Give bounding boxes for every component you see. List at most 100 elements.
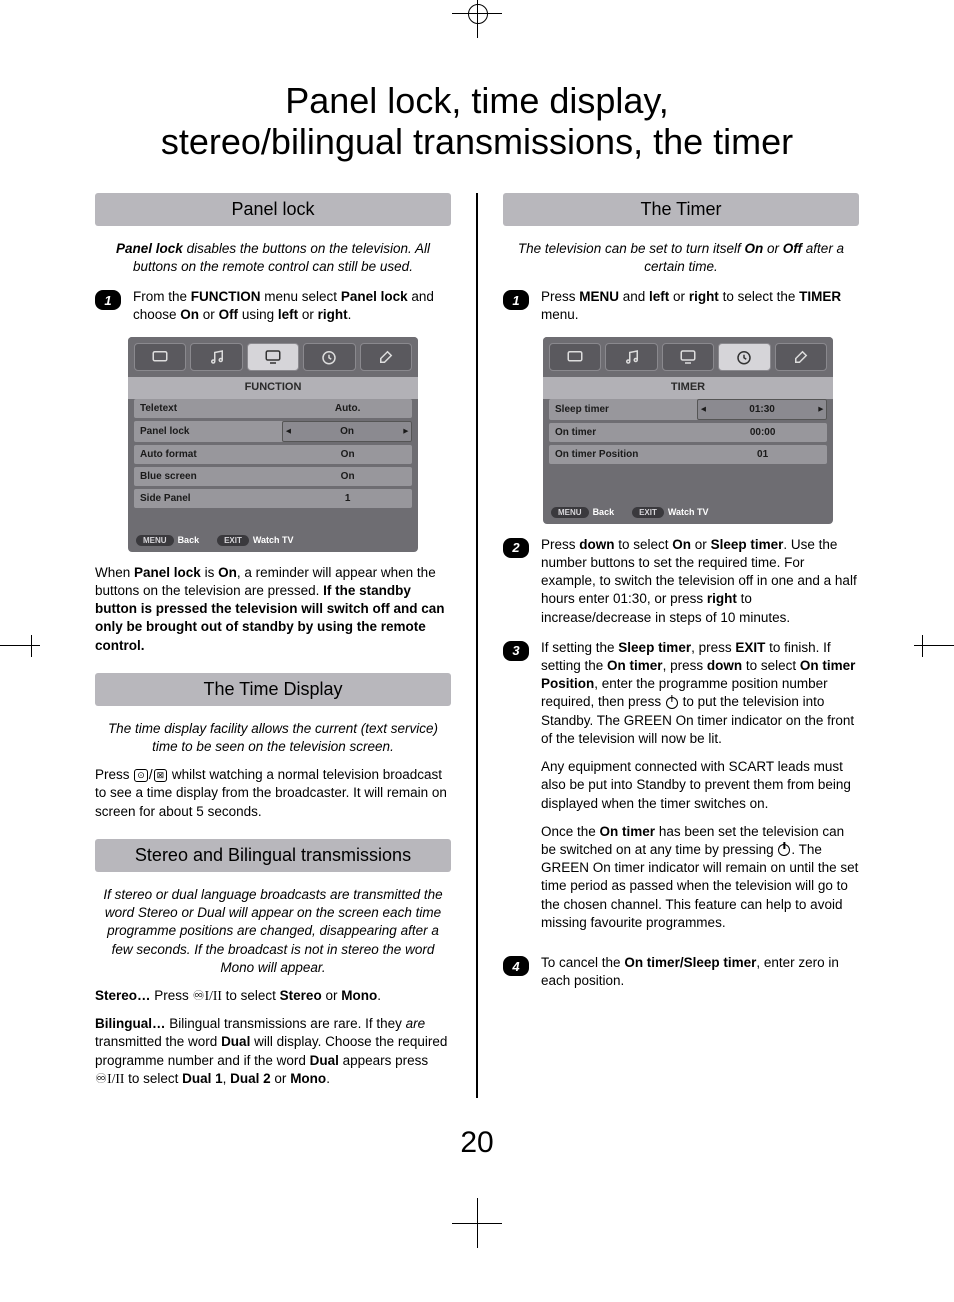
osd-footer: MENU Back EXIT Watch TV	[543, 501, 833, 524]
stereo-line: Stereo… Press ♾I/II to select Stereo or …	[95, 987, 451, 1005]
step-body: From the FUNCTION menu select Panel lock…	[133, 288, 451, 324]
step-badge: 1	[503, 290, 529, 310]
osd-row-label: Side Panel	[134, 489, 283, 508]
osd-exit-label: Watch TV	[668, 507, 709, 517]
timer-step-3: 3 If setting the Sleep timer, press EXIT…	[503, 639, 859, 942]
osd-row-value: 01:30	[697, 399, 827, 420]
osd-row: On timer00:00	[549, 423, 827, 442]
panel-lock-intro-term: Panel lock	[116, 241, 183, 256]
osd-row-value: Auto.	[283, 399, 412, 418]
section-stereo-heading: Stereo and Bilingual transmissions	[95, 839, 451, 872]
osd-tabs	[128, 337, 418, 377]
page-number: 20	[0, 1126, 954, 1160]
osd-row-selected: Panel lockOn	[134, 421, 412, 442]
panel-lock-step-1: 1 From the FUNCTION menu select Panel lo…	[95, 288, 451, 324]
step-badge: 1	[95, 290, 121, 310]
timer-step3-text: If setting the Sleep timer, press EXIT t…	[541, 639, 859, 748]
osd-row: Side Panel1	[134, 489, 412, 508]
time-display-body: Press ⊙/⊠ whilst watching a normal telev…	[95, 766, 451, 821]
tab-picture-icon	[549, 343, 601, 371]
exit-pill: EXIT	[632, 507, 664, 518]
osd-row-value: On	[282, 421, 412, 442]
tab-function-icon	[662, 343, 714, 371]
step-badge: 4	[503, 956, 529, 976]
column-divider	[476, 193, 478, 1098]
power-icon	[666, 697, 678, 709]
tab-setup-icon	[775, 343, 827, 371]
stereo-glyph-icon: ♾I/II	[193, 988, 222, 1003]
osd-row-label: Sleep timer	[549, 400, 697, 419]
step-badge: 2	[503, 538, 529, 558]
timer-step2-text: Press down to select On or Sleep timer. …	[541, 536, 859, 627]
tab-picture-icon	[134, 343, 186, 371]
crop-mark-right	[914, 640, 954, 652]
tab-setup-icon	[360, 343, 412, 371]
tab-timer-icon	[718, 343, 770, 371]
stereo-glyph-icon: ♾I/II	[95, 1071, 124, 1086]
panel-lock-step1-text: From the FUNCTION menu select Panel lock…	[133, 288, 451, 324]
timer-step-4: 4 To cancel the On timer/Sleep timer, en…	[503, 954, 859, 990]
osd-tabs	[543, 337, 833, 377]
osd-row-label: Blue screen	[134, 467, 283, 486]
stereo-intro: If stereo or dual language broadcasts ar…	[95, 886, 451, 977]
timer-step1-text: Press MENU and left or right to select t…	[541, 288, 859, 324]
timer-step-2: 2 Press down to select On or Sleep timer…	[503, 536, 859, 627]
clock-button-icon: ⊙	[134, 769, 148, 782]
crop-mark-top	[462, 0, 492, 28]
osd-row-value: 00:00	[698, 423, 827, 442]
osd-exit: EXIT Watch TV	[217, 535, 293, 546]
tab-function-icon	[247, 343, 299, 371]
section-timer-heading: The Timer	[503, 193, 859, 226]
bilingual-line: Bilingual… Bilingual transmissions are r…	[95, 1015, 451, 1088]
section-time-display-heading: The Time Display	[95, 673, 451, 706]
osd-exit: EXIT Watch TV	[632, 507, 708, 518]
osd-row: On timer Position01	[549, 445, 827, 464]
step-badge: 3	[503, 641, 529, 661]
osd-row: TeletextAuto.	[134, 399, 412, 418]
timer-intro: The television can be set to turn itself…	[503, 240, 859, 276]
timer-osd: TIMER Sleep timer01:30 On timer00:00 On …	[543, 337, 833, 524]
section-panel-lock-heading: Panel lock	[95, 193, 451, 226]
osd-title: FUNCTION	[128, 377, 418, 399]
osd-title: TIMER	[543, 377, 833, 399]
exit-pill: EXIT	[217, 535, 249, 546]
function-osd: FUNCTION TeletextAuto. Panel lockOn Auto…	[128, 337, 418, 552]
osd-row-label: Auto format	[134, 445, 283, 464]
osd-row-label: Teletext	[134, 399, 283, 418]
tab-audio-icon	[190, 343, 242, 371]
panel-lock-intro: Panel lock disables the buttons on the t…	[95, 240, 451, 276]
timer-step3-p3: Once the On timer has been set the telev…	[541, 823, 859, 932]
title-line-2: stereo/bilingual transmissions, the time…	[161, 121, 793, 162]
osd-footer: MENU Back EXIT Watch TV	[128, 529, 418, 552]
menu-pill: MENU	[136, 535, 174, 546]
tab-audio-icon	[605, 343, 657, 371]
timer-step-1: 1 Press MENU and left or right to select…	[503, 288, 859, 324]
osd-row-label: Panel lock	[134, 422, 282, 441]
osd-back-label: Back	[593, 507, 615, 517]
osd-row: Auto formatOn	[134, 445, 412, 464]
osd-row-label: On timer Position	[549, 445, 698, 464]
osd-exit-label: Watch TV	[253, 535, 294, 545]
osd-back: MENU Back	[136, 535, 199, 546]
timer-step4-text: To cancel the On timer/Sleep timer, ente…	[541, 954, 859, 990]
power-icon	[778, 844, 790, 856]
crop-mark-left	[0, 640, 40, 652]
menu-pill: MENU	[551, 507, 589, 518]
left-column: Panel lock Panel lock disables the butto…	[95, 193, 451, 1098]
osd-back-label: Back	[178, 535, 200, 545]
panel-lock-after: When Panel lock is On, a reminder will a…	[95, 564, 451, 655]
osd-row-label: On timer	[549, 423, 698, 442]
page-title: Panel lock, time display, stereo/bilingu…	[60, 80, 894, 163]
osd-row-value: On	[283, 467, 412, 486]
osd-row: Blue screenOn	[134, 467, 412, 486]
osd-back: MENU Back	[551, 507, 614, 518]
osd-row-selected: Sleep timer01:30	[549, 399, 827, 420]
timer-step3-p2: Any equipment connected with SCART leads…	[541, 758, 859, 813]
time-display-intro: The time display facility allows the cur…	[95, 720, 451, 756]
crop-mark-bottom	[462, 1208, 492, 1238]
tab-timer-icon	[303, 343, 355, 371]
osd-row-value: 1	[283, 489, 412, 508]
osd-row-value: 01	[698, 445, 827, 464]
title-line-1: Panel lock, time display,	[285, 80, 669, 121]
right-column: The Timer The television can be set to t…	[503, 193, 859, 1003]
